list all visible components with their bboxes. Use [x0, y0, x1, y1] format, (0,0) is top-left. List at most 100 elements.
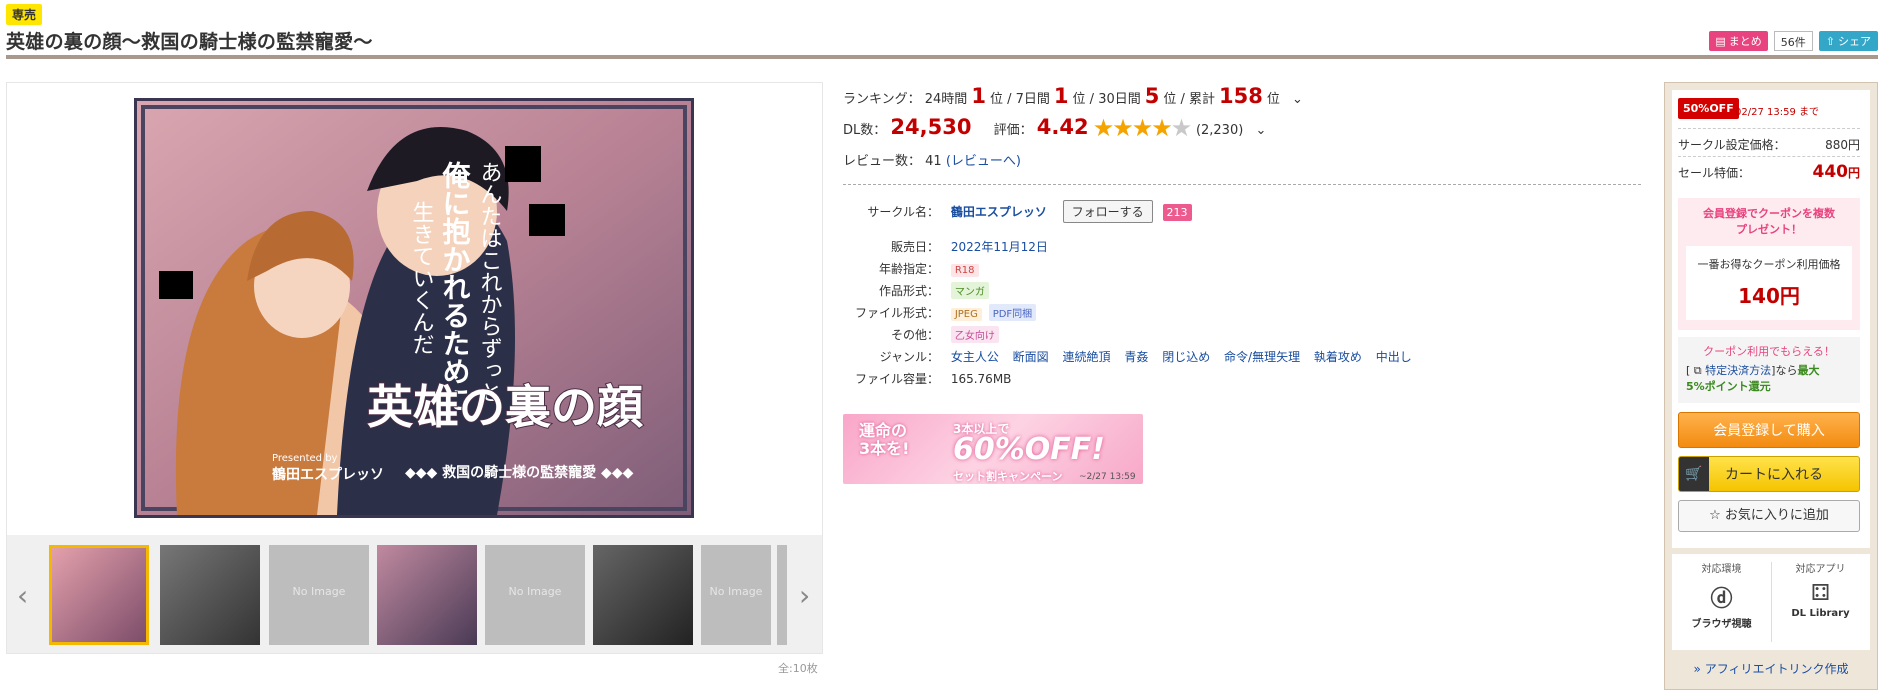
spec-release-row: 販売日： 2022年11月12日 [843, 238, 1048, 255]
no-image-label: No Image [508, 585, 562, 598]
add-favorite-button[interactable]: ☆ お気に入りに追加 [1678, 500, 1860, 532]
spec-genre-row: ジャンル： 女主人公 断面図 連続絶頂 青姦 閉じ込め 命令/無理矢理 執着攻め… [843, 348, 1422, 365]
env-browser[interactable]: 対応環境 ⓓ ブラウザ視聴 [1672, 560, 1771, 630]
sale-price: 440 [1812, 162, 1848, 182]
env-app[interactable]: 対応アプリ ⚃ DL Library [1771, 560, 1870, 619]
point-info-max: 最大 [1797, 364, 1820, 377]
cover-tagline-3: 生きていくんだ [409, 201, 434, 355]
star-icon: ★ [1151, 114, 1172, 142]
thumbnail-2[interactable] [160, 545, 260, 645]
point-info: クーポン利用でもらえる！ [ ⧉ 特定決済方法]なら最大 5%ポイント還元 [1678, 337, 1860, 403]
campaign-percent: 60%OFF! [953, 432, 1105, 467]
circle-label: サークル名： [867, 205, 939, 219]
price-divider [1678, 156, 1860, 157]
review-line: レビュー数： 41 (レビューへ) [843, 150, 1021, 169]
supported-env: 対応環境 ⓓ ブラウザ視聴 対応アプリ ⚃ DL Library [1672, 554, 1870, 650]
coupon-box[interactable]: 会員登録でクーポンを複数 プレゼント！ 一番お得なクーポン利用価格 140円 [1678, 198, 1860, 330]
point-info-title: クーポン利用でもらえる！ [1703, 345, 1835, 358]
thumbnail-1[interactable] [49, 545, 149, 645]
set-price-label: サークル設定価格： [1678, 138, 1786, 152]
thumbnail-strip: ‹ No Image No Image No Image › [7, 535, 822, 653]
chevron-down-icon[interactable]: ⌄ [1255, 123, 1266, 138]
title-divider [6, 55, 1878, 59]
external-link-icon: ⧉ [1693, 364, 1702, 377]
genre-link[interactable]: 命令/無理矢理 [1224, 350, 1300, 364]
chevron-left-icon[interactable]: ‹ [17, 579, 28, 612]
payment-method-link[interactable]: 特定決済方法 [1705, 364, 1771, 377]
share-button[interactable]: ⇧ シェア [1818, 31, 1878, 51]
release-date-link[interactable]: 2022年11月12日 [951, 240, 1048, 254]
env-label: 対応環境 [1701, 564, 1742, 575]
genre-link[interactable]: 青姦 [1124, 350, 1148, 364]
age-tag[interactable]: R18 [950, 264, 979, 277]
app-label: 対応アプリ [1795, 564, 1846, 575]
thumbnail-3[interactable]: No Image [269, 545, 369, 645]
browser-viewer-icon: ⓓ [1710, 587, 1733, 612]
rank-unit: 位 [989, 92, 1003, 107]
matome-button[interactable]: ▤ まとめ [1709, 31, 1768, 51]
thumbnail-8[interactable] [777, 545, 787, 645]
campaign-banner[interactable]: 運命の 3本を! 3本以上で 60%OFF! セット割キャンペーン ~2/27 … [843, 414, 1143, 484]
rank-24h-value: 1 [971, 84, 986, 108]
genre-link[interactable]: 断面図 [1013, 350, 1049, 364]
coupon-price-card: 一番お得なクーポン利用価格 140円 [1686, 246, 1852, 320]
thumbnail-7[interactable]: No Image [701, 545, 771, 645]
genre-link[interactable]: 女主人公 [951, 350, 999, 364]
campaign-sub: セット割キャンペーン [953, 470, 1063, 483]
price-divider [1678, 128, 1860, 129]
info-divider [843, 184, 1641, 185]
image-gallery: あんたはこれからずっと 俺に抱かれるために 生きていくんだ 英雄の裏の顔 Pre… [6, 82, 823, 654]
thumbnail-5[interactable]: No Image [485, 545, 585, 645]
no-image-label: No Image [709, 585, 763, 598]
genre-link[interactable]: 閉じ込め [1162, 350, 1210, 364]
chevron-down-icon[interactable]: ⌄ [1292, 92, 1303, 107]
chevron-right-icon[interactable]: › [799, 579, 810, 612]
file-size: 165.76MB [950, 372, 1012, 386]
point-info-rate: 5%ポイント還元 [1686, 380, 1771, 393]
review-label: レビュー数： [843, 154, 922, 169]
genre-link[interactable]: 中出し [1376, 350, 1412, 364]
bookmark-icon: ▤ [1715, 34, 1726, 48]
genre-link[interactable]: 連続絶頂 [1063, 350, 1111, 364]
dl-label: DL数： [843, 123, 887, 138]
coupon-price-label: 一番お得なクーポン利用価格 [1697, 258, 1841, 271]
spec-other-row: その他： 乙女向け [843, 326, 1002, 343]
campaign-date: ~2/27 13:59 [1079, 472, 1136, 482]
share-label: シェア [1838, 35, 1871, 48]
favorite-button-label: お気に入りに追加 [1724, 508, 1829, 523]
other-tag[interactable]: 乙女向け [950, 326, 999, 343]
follow-button[interactable]: フォローする [1062, 200, 1153, 223]
star-half-icon: ★ [1170, 114, 1192, 142]
affiliate-link[interactable]: » アフィリエイトリンク作成 [1672, 660, 1870, 677]
file-tag-pdf[interactable]: PDF同梱 [988, 304, 1037, 321]
file-tag-jpeg[interactable]: JPEG [950, 308, 982, 321]
spec-size-row: ファイル容量： 165.76MB [843, 370, 1011, 387]
rank-unit: 位 [1266, 92, 1280, 107]
cart-button-label: カートに入れる [1725, 467, 1823, 483]
rank-total-value: 158 [1219, 84, 1263, 108]
sale-deadline: 02/27 13:59 まで [1735, 107, 1819, 118]
thumbnail-6[interactable] [593, 545, 693, 645]
rank-30d-value: 5 [1144, 84, 1160, 108]
sale-price-row: セール特価： 440円 [1678, 162, 1860, 182]
coupon-price: 140円 [1738, 284, 1800, 308]
star-icon: ★ [1131, 114, 1153, 142]
star-icon: ★ [1112, 114, 1133, 142]
dl-count: 24,530 [890, 115, 972, 139]
genre-link[interactable]: 執着攻め [1314, 350, 1362, 364]
page-title: 英雄の裏の顔～救国の騎士様の監禁寵愛～ [6, 31, 373, 53]
add-to-cart-button[interactable]: 🛒 カートに入れる [1678, 456, 1860, 492]
main-cover-image[interactable]: あんたはこれからずっと 俺に抱かれるために 生きていくんだ 英雄の裏の顔 Pre… [134, 98, 694, 518]
thumbnail-4[interactable] [377, 545, 477, 645]
exclusive-badge: 専売 [6, 4, 43, 25]
release-label: 販売日： [890, 240, 939, 254]
cover-presented: Presented by [272, 453, 338, 464]
register-purchase-button[interactable]: 会員登録して購入 [1678, 412, 1860, 448]
form-tag[interactable]: マンガ [950, 282, 989, 299]
coupon-headline: 会員登録でクーポンを複数 プレゼント！ [1703, 207, 1835, 236]
review-link[interactable]: (レビューへ) [946, 154, 1021, 169]
discount-badge: 50%OFF [1678, 98, 1739, 119]
sale-price-unit: 円 [1847, 166, 1860, 180]
ranking-label: ランキング： [843, 92, 921, 107]
circle-link[interactable]: 鶴田エスプレッソ [951, 205, 1047, 219]
